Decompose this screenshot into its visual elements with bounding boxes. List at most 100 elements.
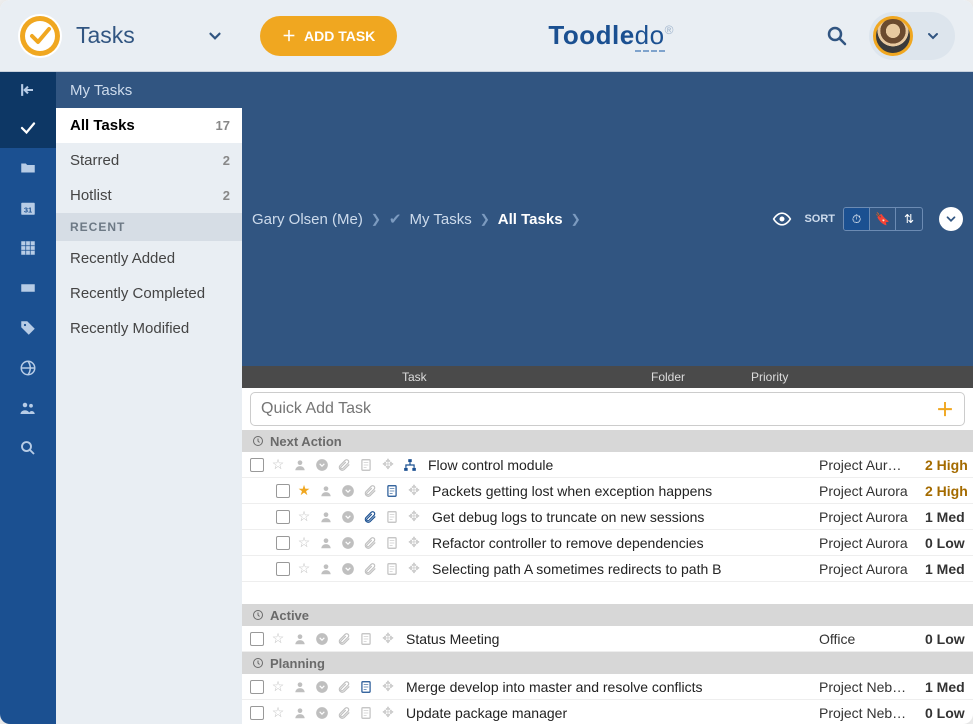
chevron-down-icon[interactable]	[206, 27, 224, 45]
attachment-icon[interactable]	[362, 483, 378, 499]
task-priority[interactable]: 0 Low	[925, 631, 973, 647]
task-folder[interactable]: Project Aurora	[819, 483, 925, 499]
person-icon[interactable]	[292, 631, 308, 647]
person-icon[interactable]	[318, 561, 334, 577]
person-icon[interactable]	[292, 679, 308, 695]
note-icon[interactable]	[384, 535, 400, 551]
task-title[interactable]: Update package manager	[396, 705, 819, 721]
status-icon[interactable]	[340, 561, 356, 577]
task-row[interactable]: ☆ ✥ Get debug logs to truncate on new se…	[242, 504, 973, 530]
task-folder[interactable]: Office	[819, 631, 925, 647]
task-title[interactable]: Refactor controller to remove dependenci…	[422, 535, 819, 551]
status-icon[interactable]	[314, 705, 330, 721]
task-checkbox[interactable]	[276, 484, 290, 498]
drag-handle-icon[interactable]: ✥	[380, 679, 396, 695]
task-row[interactable]: ☆ ✥ Merge develop into master and resolv…	[242, 674, 973, 700]
task-title[interactable]: Packets getting lost when exception happ…	[422, 483, 819, 499]
drag-handle-icon[interactable]: ✥	[406, 483, 422, 499]
status-icon[interactable]	[340, 509, 356, 525]
rail-folder-icon[interactable]	[0, 148, 56, 188]
star-icon[interactable]: ☆	[270, 457, 286, 473]
task-folder[interactable]: Project Neb…	[819, 679, 925, 695]
task-checkbox[interactable]	[250, 706, 264, 720]
attachment-icon[interactable]	[336, 457, 352, 473]
task-checkbox[interactable]	[250, 680, 264, 694]
sort-time-icon[interactable]: ⏱	[844, 208, 870, 230]
person-icon[interactable]	[318, 483, 334, 499]
note-icon[interactable]	[384, 561, 400, 577]
attachment-icon[interactable]	[336, 679, 352, 695]
task-title[interactable]: Flow control module	[418, 457, 819, 473]
star-icon[interactable]: ★	[296, 483, 312, 499]
task-priority[interactable]: 1 Med	[925, 561, 973, 577]
note-icon[interactable]	[358, 705, 374, 721]
task-folder[interactable]: Project Aurora	[819, 561, 925, 577]
task-folder[interactable]: Project Aur…	[819, 457, 925, 473]
col-folder[interactable]: Folder	[651, 370, 751, 384]
drag-handle-icon[interactable]: ✥	[406, 509, 422, 525]
star-icon[interactable]: ☆	[296, 535, 312, 551]
attachment-icon[interactable]	[362, 509, 378, 525]
sidebar-item[interactable]: Recently Completed	[56, 276, 242, 311]
task-row[interactable]: ☆ ✥ Update package manager Project Neb… …	[242, 700, 973, 724]
attachment-icon[interactable]	[362, 561, 378, 577]
drag-handle-icon[interactable]: ✥	[406, 535, 422, 551]
task-title[interactable]: Merge develop into master and resolve co…	[396, 679, 819, 695]
task-folder[interactable]: Project Aurora	[819, 535, 925, 551]
status-icon[interactable]	[314, 631, 330, 647]
sidebar-item[interactable]: All Tasks17	[56, 108, 242, 143]
note-icon[interactable]	[384, 483, 400, 499]
more-options-button[interactable]	[939, 207, 963, 231]
task-list[interactable]: Next Action ☆ ✥ Flow control module Proj…	[242, 430, 973, 724]
col-task[interactable]: Task	[242, 370, 651, 384]
star-icon[interactable]: ☆	[296, 509, 312, 525]
task-title[interactable]: Selecting path A sometimes redirects to …	[422, 561, 819, 577]
task-checkbox[interactable]	[250, 458, 264, 472]
status-icon[interactable]	[340, 535, 356, 551]
status-icon[interactable]	[340, 483, 356, 499]
note-icon[interactable]	[358, 457, 374, 473]
task-title[interactable]: Status Meeting	[396, 631, 819, 647]
rail-tag-icon[interactable]	[0, 308, 56, 348]
task-priority[interactable]: 2 High	[925, 457, 973, 473]
status-icon[interactable]	[314, 457, 330, 473]
task-priority[interactable]: 1 Med	[925, 679, 973, 695]
sort-updown-icon[interactable]: ⇅	[896, 208, 922, 230]
task-row[interactable]: ☆ ✥ Status Meeting Office 0 Low	[242, 626, 973, 652]
task-checkbox[interactable]	[276, 562, 290, 576]
rail-people-icon[interactable]	[0, 388, 56, 428]
group-header[interactable]: Next Action	[242, 430, 973, 452]
task-folder[interactable]: Project Aurora	[819, 509, 925, 525]
rail-calendar-icon[interactable]: 31	[0, 188, 56, 228]
person-icon[interactable]	[292, 705, 308, 721]
col-priority[interactable]: Priority	[751, 370, 788, 384]
task-priority[interactable]: 0 Low	[925, 535, 973, 551]
group-header[interactable]: Planning	[242, 652, 973, 674]
crumb-current[interactable]: All Tasks	[498, 211, 563, 228]
task-row[interactable]: ★ ✥ Packets getting lost when exception …	[242, 478, 973, 504]
rail-check-icon[interactable]	[0, 108, 56, 148]
star-icon[interactable]: ☆	[270, 631, 286, 647]
sidebar-item[interactable]: Starred2	[56, 143, 242, 178]
note-icon[interactable]	[358, 631, 374, 647]
sidebar-item[interactable]: Hotlist2	[56, 178, 242, 213]
app-logo[interactable]	[18, 14, 62, 58]
task-checkbox[interactable]	[250, 632, 264, 646]
drag-handle-icon[interactable]: ✥	[380, 631, 396, 647]
sidebar-item[interactable]: Recently Added	[56, 241, 242, 276]
sidebar-item[interactable]: Recently Modified	[56, 311, 242, 346]
task-priority[interactable]: 0 Low	[925, 705, 973, 721]
drag-handle-icon[interactable]: ✥	[380, 705, 396, 721]
add-task-button[interactable]: ＋ ADD TASK	[260, 16, 397, 56]
section-title[interactable]: Tasks	[76, 22, 192, 49]
plus-icon[interactable]: ＋	[936, 396, 954, 422]
task-title[interactable]: Get debug logs to truncate on new sessio…	[422, 509, 819, 525]
task-folder[interactable]: Project Neb…	[819, 705, 925, 721]
task-row[interactable]: ☆ ✥ Selecting path A sometimes redirects…	[242, 556, 973, 582]
quick-add-input[interactable]	[261, 400, 936, 418]
eye-icon[interactable]	[768, 205, 796, 233]
status-icon[interactable]	[314, 679, 330, 695]
star-icon[interactable]: ☆	[270, 679, 286, 695]
note-icon[interactable]	[358, 679, 374, 695]
attachment-icon[interactable]	[362, 535, 378, 551]
